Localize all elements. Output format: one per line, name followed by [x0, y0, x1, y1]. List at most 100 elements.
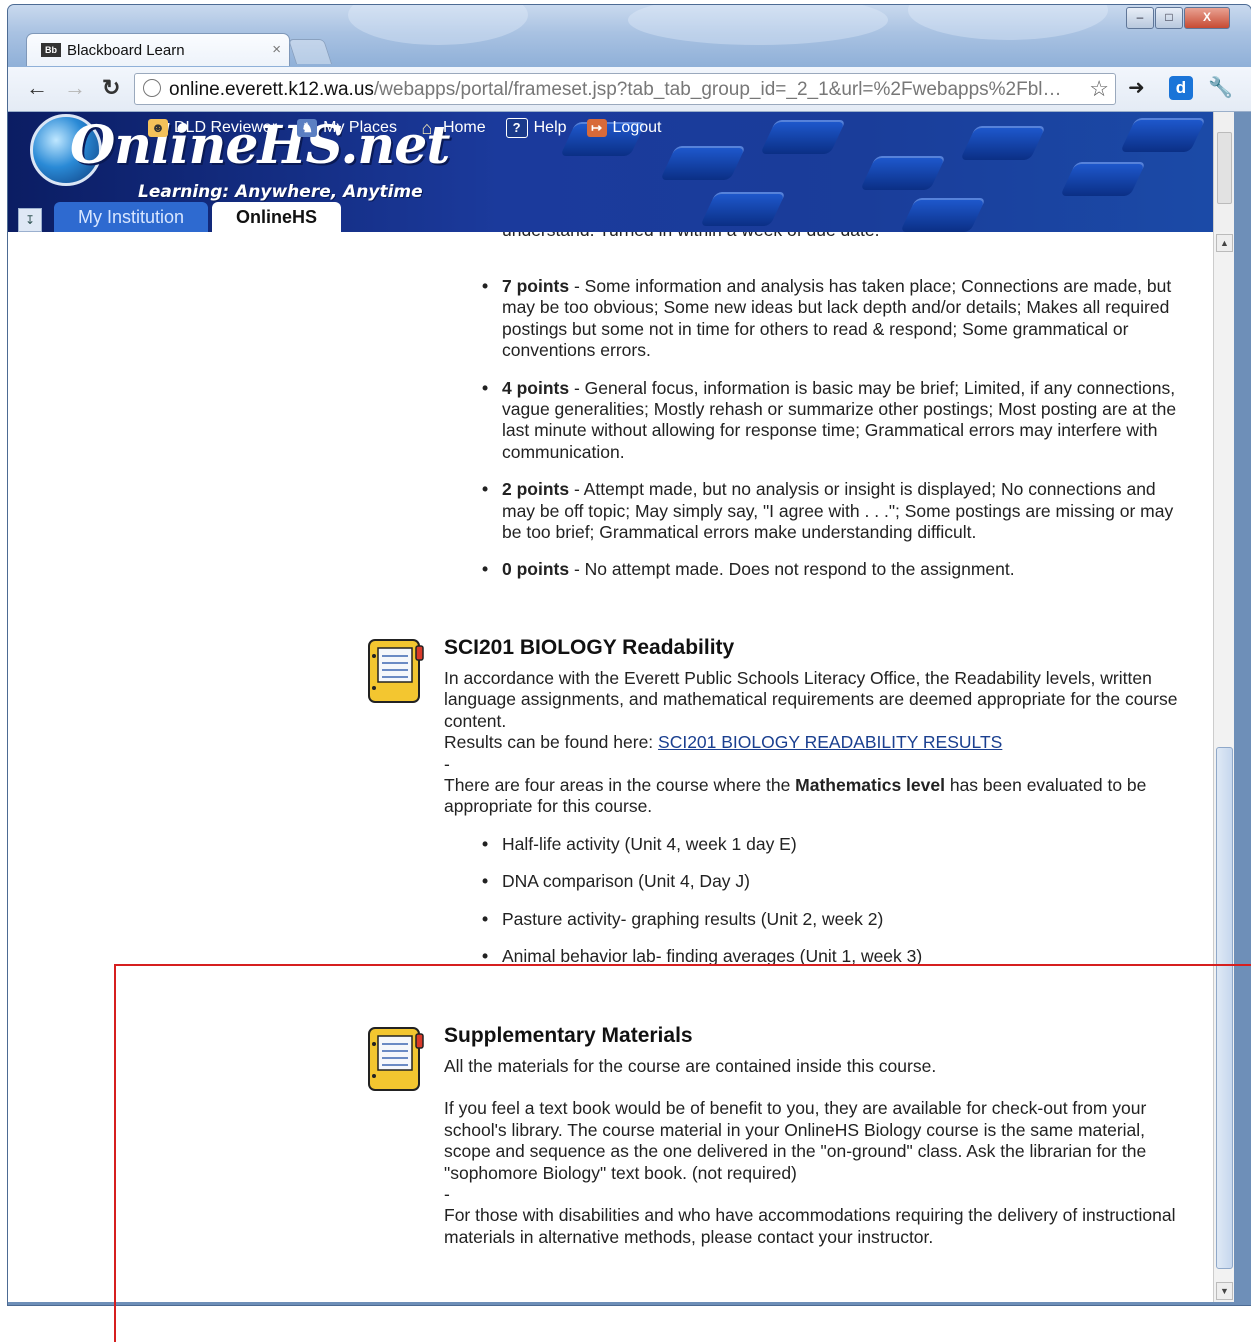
supplementary-p2: If you feel a text book would be of bene… [444, 1098, 1147, 1183]
item-description: In accordance with the Everett Public Sc… [444, 668, 1186, 983]
tab-close-icon[interactable]: × [272, 41, 281, 58]
bookmark-star-icon[interactable]: ☆ [1089, 76, 1109, 102]
keyboard-key [660, 146, 746, 180]
browser-toolbar: ← → ↻ online.everett.k12.wa.us/webapps/p… [8, 67, 1251, 112]
browser-tab[interactable]: Bb Blackboard Learn × [26, 33, 290, 66]
tab-title: Blackboard Learn [67, 42, 185, 59]
browser-window: Bb Blackboard Learn × – □ X ← → ↻ online… [8, 5, 1251, 1305]
tab-my-institution[interactable]: My Institution [54, 202, 209, 232]
supplementary-p1: All the materials for the course are con… [444, 1056, 937, 1076]
list-item: Half-life activity (Unit 4, week 1 day E… [482, 834, 1186, 856]
new-tab-button[interactable] [287, 39, 333, 64]
url-path: /webapps/portal/frameset.jsp?tab_tab_gro… [373, 79, 1062, 100]
document-item-icon [368, 1027, 424, 1091]
reload-icon[interactable]: ↻ [102, 75, 120, 101]
close-window-button[interactable]: X [1184, 7, 1230, 29]
logout-icon: ↦ [586, 119, 607, 137]
readability-results-link[interactable]: SCI201 BIOLOGY READABILITY RESULTS [658, 732, 1002, 752]
content-scroll-thumb[interactable] [1216, 747, 1233, 1269]
annotation-line-vertical [114, 964, 116, 1342]
url-host: online.everett.k12.wa.us [169, 79, 374, 100]
collapse-toggle-icon[interactable]: ↧ [18, 208, 42, 232]
address-bar[interactable]: online.everett.k12.wa.us/webapps/portal/… [134, 73, 1116, 105]
banner-scrollbar[interactable] [1213, 112, 1234, 232]
rubric-text: - Attempt made, but no analysis or insig… [502, 479, 1174, 543]
readability-item: SCI201 BIOLOGY Readability In accordance… [366, 636, 1186, 981]
readability-results: Results can be found here: SCI201 BIOLOG… [444, 732, 1186, 753]
banner-scroll-thumb[interactable] [1217, 132, 1232, 204]
rubric-points: 2 points [502, 479, 570, 500]
nav-label: My Places [323, 119, 397, 136]
page-info-icon[interactable] [143, 79, 161, 97]
math-bold: Mathematics level [795, 775, 945, 796]
keyboard-key [700, 192, 786, 226]
content-scrollbar[interactable]: ▲ ▼ [1213, 232, 1234, 1302]
nav-help[interactable]: ? Help [505, 118, 567, 138]
nav-logout[interactable]: ↦ Logout [586, 118, 662, 138]
rubric-item: 7 points - Some information and analysis… [482, 276, 1192, 362]
rubric-list: 7 points - Some information and analysis… [480, 276, 1176, 597]
rubric-item: 0 points - No attempt made. Does not res… [482, 559, 1192, 581]
blackboard-favicon-icon: Bb [41, 43, 61, 57]
math-level-text: There are four areas in the course where… [444, 775, 1186, 818]
nav-dld-reviewer[interactable]: ☻ DLD Reviewer [148, 118, 277, 138]
keyboard-key [1120, 118, 1206, 152]
title-bar: Bb Blackboard Learn × – □ X [8, 5, 1251, 67]
math-areas-list: Half-life activity (Unit 4, week 1 day E… [444, 834, 1186, 968]
tab-onlinehs[interactable]: OnlineHS [212, 202, 342, 232]
nav-label: Home [442, 119, 486, 136]
nav-label: DLD Reviewer [174, 119, 278, 136]
nav-home[interactable]: ⌂ Home [417, 118, 486, 138]
rubric-partial-text: understand. Turned in within a week of d… [502, 232, 1192, 241]
rubric-text: - General focus, information is basic ma… [502, 377, 1177, 462]
list-item: DNA comparison (Unit 4, Day J) [482, 871, 1186, 893]
list-item: Pasture activity- graphing results (Unit… [482, 909, 1186, 931]
readability-intro: In accordance with the Everett Public Sc… [444, 668, 1178, 731]
user-icon: ☻ [148, 119, 168, 137]
item-title[interactable]: Supplementary Materials [444, 1024, 693, 1048]
rubric-points: 4 points [502, 377, 570, 398]
supplementary-item: Supplementary Materials All the material… [366, 1024, 1186, 1284]
help-icon: ? [505, 118, 528, 138]
rubric-text: - Some information and analysis has take… [502, 276, 1172, 361]
rubric-item: 2 points - Attempt made, but no analysis… [482, 479, 1192, 543]
item-title[interactable]: SCI201 BIOLOGY Readability [444, 636, 734, 660]
keyboard-key [900, 198, 986, 232]
portal-tabs: ↧ My Institution OnlineHS [18, 202, 345, 232]
minimize-button[interactable]: – [1126, 7, 1154, 29]
rubric-item: 4 points - General focus, information is… [482, 377, 1192, 464]
separator-dash: - [444, 753, 450, 774]
supplementary-p3: For those with disabilities and who have… [444, 1205, 1176, 1247]
people-icon: ♞ [297, 119, 318, 137]
wrench-icon[interactable]: 🔧 [1208, 76, 1233, 100]
content-frame: understand. Turned in within a week of d… [8, 232, 1214, 1302]
aero-glow [908, 5, 1108, 40]
scroll-down-icon[interactable]: ▼ [1216, 1282, 1233, 1300]
document-item-icon [368, 639, 424, 703]
rubric-text: - No attempt made. Does not respond to t… [569, 559, 1015, 580]
forward-arrow-icon[interactable]: → [64, 75, 86, 101]
aero-glow [348, 5, 528, 45]
d-extension-icon[interactable]: d [1169, 76, 1193, 100]
scroll-up-icon[interactable]: ▲ [1216, 234, 1233, 252]
nav-my-places[interactable]: ♞ My Places [297, 118, 397, 138]
nav-label: Help [533, 119, 567, 136]
exit-icon[interactable]: ➜ [1128, 76, 1145, 100]
url-text: online.everett.k12.wa.us/webapps/portal/… [169, 79, 1062, 101]
keyboard-key [860, 156, 946, 190]
keyboard-key [1060, 162, 1146, 196]
separator-dash: - [444, 1184, 450, 1205]
back-arrow-icon[interactable]: ← [26, 75, 48, 101]
rubric-points: 0 points [502, 559, 570, 580]
top-navigation: ☻ DLD Reviewer ♞ My Places ⌂ Home ? Help… [148, 118, 661, 138]
keyboard-key [760, 120, 846, 154]
maximize-button[interactable]: □ [1155, 7, 1183, 29]
aero-glow [628, 5, 888, 45]
math-prefix: There are four areas in the course where… [444, 775, 796, 796]
results-prefix: Results can be found here: [444, 732, 659, 753]
home-icon: ⌂ [421, 118, 433, 138]
page-viewport: OnlineHS.net Learning: Anywhere, Anytime… [8, 112, 1234, 1302]
annotation-line-horizontal [114, 964, 1251, 966]
rubric-points: 7 points [502, 276, 570, 296]
nav-label: Logout [612, 119, 662, 136]
